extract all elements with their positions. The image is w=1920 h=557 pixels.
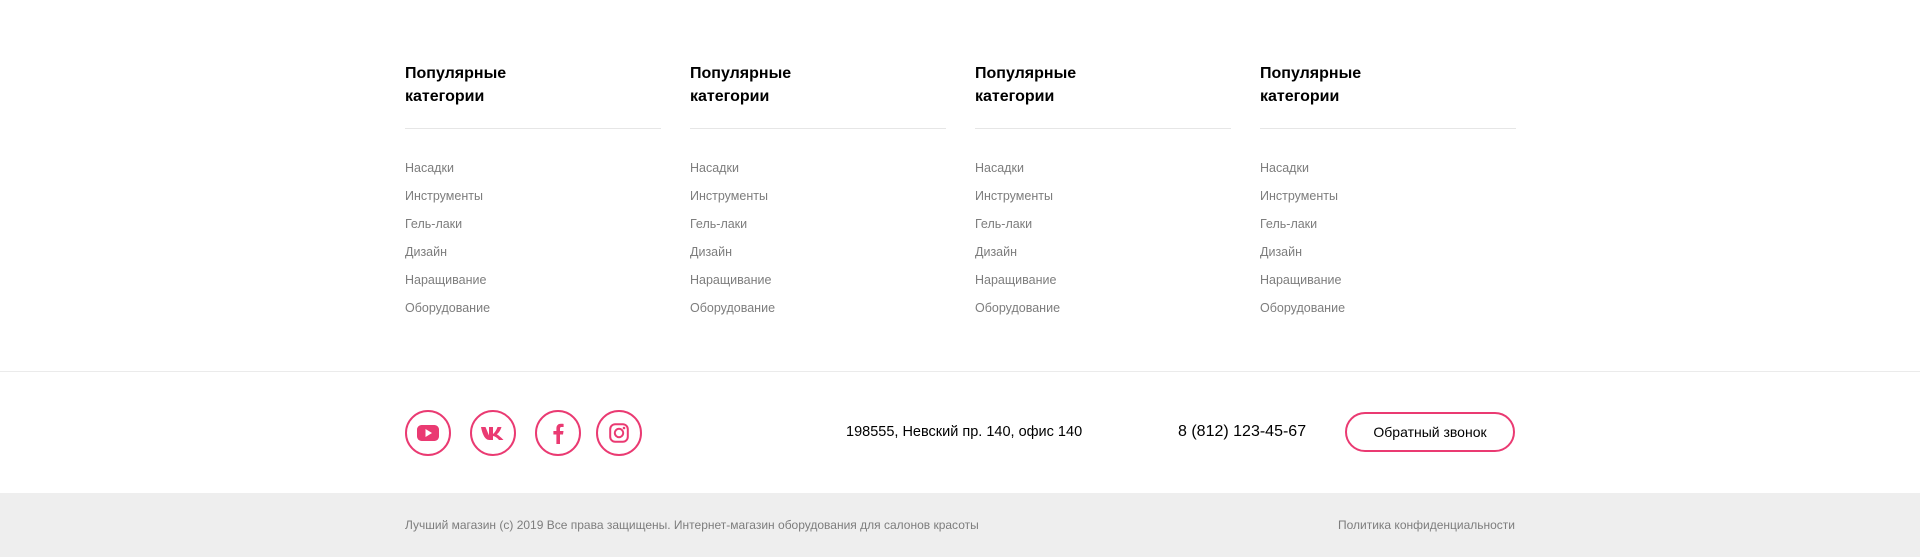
address: 198555, Невский пр. 140, офис 140 [846, 424, 1083, 440]
instagram-icon [609, 423, 629, 443]
category-link[interactable]: Насадки [975, 161, 1231, 189]
divider [405, 128, 661, 129]
category-link[interactable]: Инструменты [1260, 189, 1516, 217]
category-column: Популярные категории Насадки Инструменты… [405, 60, 661, 329]
category-link[interactable]: Инструменты [405, 189, 661, 217]
category-link[interactable]: Дизайн [1260, 245, 1516, 273]
divider [1260, 128, 1516, 129]
category-link[interactable]: Оборудование [690, 301, 946, 329]
category-link[interactable]: Оборудование [405, 301, 661, 329]
phone-number[interactable]: 8 (812) 123-45-67 [1178, 423, 1306, 441]
vk-icon [481, 427, 504, 440]
category-link[interactable]: Инструменты [975, 189, 1231, 217]
category-list: Насадки Инструменты Гель-лаки Дизайн Нар… [1260, 161, 1516, 329]
category-link[interactable]: Гель-лаки [405, 217, 661, 245]
footer-categories: Популярные категории Насадки Инструменты… [0, 0, 1920, 372]
category-link[interactable]: Насадки [405, 161, 661, 189]
copyright-text: Лучший магазин (c) 2019 Все права защище… [405, 518, 979, 532]
callback-button[interactable]: Обратный звонок [1345, 412, 1515, 452]
category-column: Популярные категории Насадки Инструменты… [1260, 60, 1516, 329]
footer-contacts: 198555, Невский пр. 140, офис 140 8 (812… [0, 372, 1920, 493]
column-title: Популярные категории [690, 65, 792, 105]
category-link[interactable]: Инструменты [690, 189, 946, 217]
category-link[interactable]: Гель-лаки [975, 217, 1231, 245]
category-link[interactable]: Наращивание [405, 273, 661, 301]
footer-bottom-bar: Лучший магазин (c) 2019 Все права защище… [0, 493, 1920, 557]
category-link[interactable]: Гель-лаки [690, 217, 946, 245]
category-link[interactable]: Дизайн [690, 245, 946, 273]
facebook-icon [553, 423, 564, 444]
category-link[interactable]: Гель-лаки [1260, 217, 1516, 245]
category-column: Популярные категории Насадки Инструменты… [690, 60, 946, 329]
category-link[interactable]: Оборудование [1260, 301, 1516, 329]
category-link[interactable]: Наращивание [975, 273, 1231, 301]
category-column: Популярные категории Насадки Инструменты… [975, 60, 1231, 329]
category-link[interactable]: Насадки [690, 161, 946, 189]
category-link[interactable]: Наращивание [690, 273, 946, 301]
instagram-link[interactable] [596, 410, 642, 456]
vk-link[interactable] [470, 410, 516, 456]
category-link[interactable]: Оборудование [975, 301, 1231, 329]
category-list: Насадки Инструменты Гель-лаки Дизайн Нар… [975, 161, 1231, 329]
youtube-icon [417, 425, 439, 441]
category-link[interactable]: Дизайн [405, 245, 661, 273]
facebook-link[interactable] [535, 410, 581, 456]
category-list: Насадки Инструменты Гель-лаки Дизайн Нар… [690, 161, 946, 329]
category-link[interactable]: Насадки [1260, 161, 1516, 189]
column-title: Популярные категории [1260, 65, 1362, 105]
divider [690, 128, 946, 129]
category-link[interactable]: Наращивание [1260, 273, 1516, 301]
category-link[interactable]: Дизайн [975, 245, 1231, 273]
column-title: Популярные категории [405, 65, 507, 105]
category-list: Насадки Инструменты Гель-лаки Дизайн Нар… [405, 161, 661, 329]
youtube-link[interactable] [405, 410, 451, 456]
privacy-policy-link[interactable]: Политика конфиденциальности [1338, 518, 1515, 532]
divider [975, 128, 1231, 129]
column-title: Популярные категории [975, 65, 1077, 105]
